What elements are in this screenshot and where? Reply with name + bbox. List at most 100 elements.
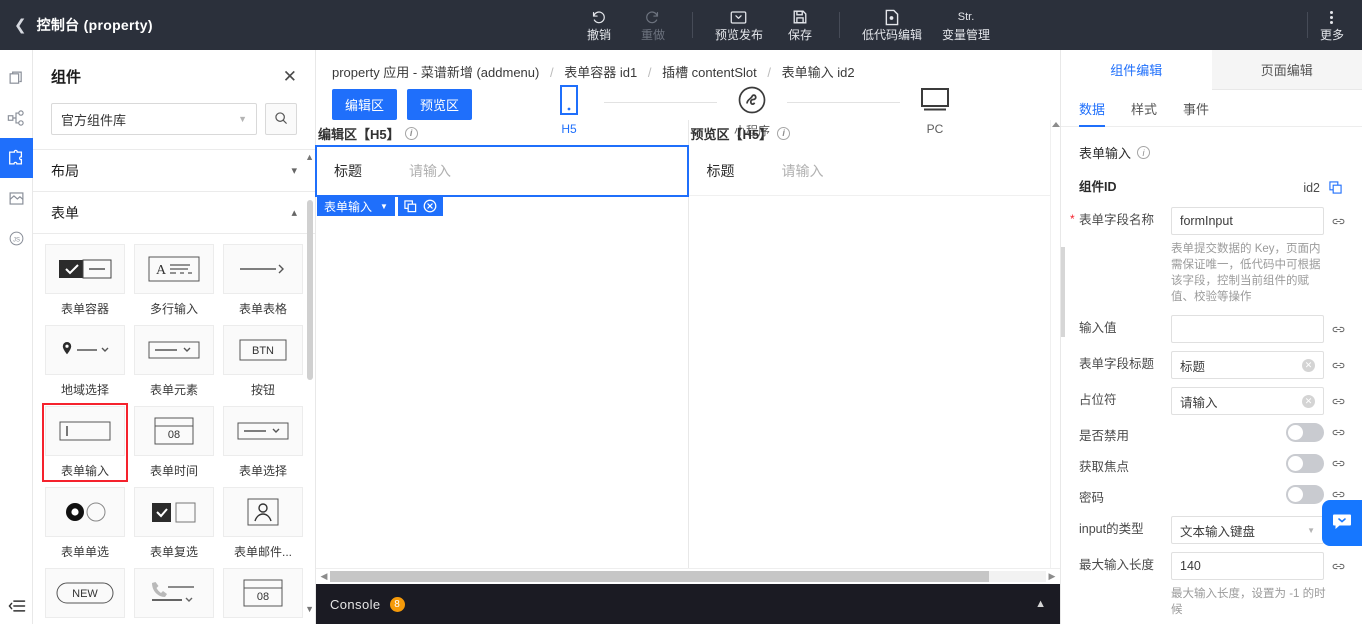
- rail-item-media[interactable]: [0, 178, 33, 218]
- hscroll-thumb[interactable]: [330, 571, 989, 582]
- preview-publish-button[interactable]: 预览发布: [705, 7, 773, 44]
- close-circle-icon[interactable]: [423, 199, 437, 213]
- field-title-input[interactable]: 标题 ✕: [1171, 351, 1324, 379]
- property-label: 获取焦点: [1079, 460, 1130, 474]
- variable-manage-button[interactable]: Str. 变量管理: [932, 7, 1000, 44]
- right-panel-body[interactable]: 表单输入 i 组件ID id2 * 表单字段名称 formInput 表单提交数…: [1061, 127, 1362, 624]
- tab-component-edit[interactable]: 组件编辑: [1061, 50, 1212, 90]
- placeholder-input[interactable]: 请输入 ✕: [1171, 387, 1324, 415]
- field-name-input[interactable]: formInput: [1171, 207, 1324, 235]
- scroll-left-arrow-icon[interactable]: ◀: [318, 571, 330, 582]
- close-icon[interactable]: ✕: [283, 68, 297, 85]
- component-form-input[interactable]: 表单输入: [42, 403, 128, 482]
- tab-page-edit[interactable]: 页面编辑: [1211, 50, 1362, 90]
- link-icon[interactable]: [1324, 560, 1352, 573]
- preview-pane-title: 预览区【H5】: [690, 126, 773, 142]
- component-form-select[interactable]: 表单选择: [223, 406, 303, 479]
- component-new[interactable]: NEW: [45, 568, 125, 624]
- subtab-data[interactable]: 数据: [1079, 90, 1106, 127]
- breadcrumb-item-app[interactable]: property 应用 - 菜谱新增 (addmenu): [332, 65, 539, 80]
- rail-collapse-button[interactable]: [0, 598, 33, 614]
- subtab-events[interactable]: 事件: [1183, 90, 1209, 127]
- maxlength-input[interactable]: 140: [1171, 552, 1324, 580]
- section-form-title: 表单: [51, 204, 79, 221]
- autofocus-toggle[interactable]: [1286, 454, 1324, 473]
- breadcrumb-item-container[interactable]: 表单容器 id1: [564, 65, 637, 80]
- component-form-table[interactable]: 表单表格: [223, 244, 303, 317]
- chevron-left-icon[interactable]: ❮: [14, 18, 27, 33]
- rail-item-pages[interactable]: [0, 58, 33, 98]
- search-button[interactable]: [265, 103, 297, 135]
- component-label: 表单表格: [238, 302, 287, 316]
- chevron-up-icon[interactable]: ▲: [1035, 598, 1046, 610]
- breadcrumb-item-current[interactable]: 表单输入 id2: [782, 65, 855, 80]
- component-form-checkbox[interactable]: 表单复选: [134, 487, 214, 560]
- scroll-down-arrow-icon[interactable]: ▼: [305, 604, 314, 614]
- input-type-select[interactable]: 文本输入键盘 ▼: [1171, 516, 1324, 544]
- link-icon[interactable]: [1324, 359, 1352, 372]
- component-form-container[interactable]: 表单容器: [45, 244, 125, 317]
- lowcode-edit-button[interactable]: 低代码编辑: [852, 7, 932, 44]
- stage-vertical-scrollbar[interactable]: [1050, 120, 1060, 568]
- link-icon[interactable]: [1324, 215, 1352, 228]
- rail-item-scripts[interactable]: JS: [0, 218, 33, 258]
- breadcrumb-item-slot[interactable]: 插槽 contentSlot: [662, 65, 757, 80]
- preview-area-button[interactable]: 预览区: [407, 89, 473, 120]
- rail-item-structure[interactable]: [0, 98, 33, 138]
- component-form-time[interactable]: 08 表单时间: [134, 406, 214, 479]
- component-form-element[interactable]: 表单元素: [134, 325, 214, 398]
- scroll-up-arrow-icon[interactable]: [1051, 122, 1060, 127]
- component-textarea[interactable]: A 多行输入: [134, 244, 214, 317]
- scroll-up-arrow-icon[interactable]: ▲: [305, 152, 314, 162]
- component-panel-scrollbar[interactable]: [307, 200, 313, 380]
- password-toggle[interactable]: [1286, 485, 1324, 504]
- more-button[interactable]: 更多: [1320, 9, 1344, 42]
- component-button[interactable]: BTN 按钮: [223, 325, 303, 398]
- undo-button[interactable]: 撤销: [572, 7, 626, 44]
- component-library-select[interactable]: 官方组件库 ▼: [51, 103, 257, 135]
- form-select-icon: [223, 406, 303, 456]
- preview-canvas[interactable]: 标题 请输入: [688, 146, 1060, 568]
- component-label: 表单容器: [60, 302, 109, 316]
- disabled-toggle[interactable]: [1286, 423, 1324, 442]
- horizontal-scrollbar[interactable]: ◀ ▶: [316, 568, 1060, 584]
- copy-icon[interactable]: [1329, 181, 1342, 194]
- clear-icon[interactable]: ✕: [1302, 358, 1315, 372]
- save-button[interactable]: 保存: [773, 7, 827, 44]
- component-form-mail[interactable]: 表单邮件...: [223, 487, 303, 560]
- component-phone[interactable]: [134, 568, 214, 624]
- console-bar[interactable]: Console 8 ▲: [316, 584, 1060, 624]
- right-panel-scrollbar[interactable]: [1061, 247, 1065, 337]
- svg-text:JS: JS: [13, 237, 20, 243]
- redo-button[interactable]: 重做: [626, 7, 680, 44]
- edit-form-input-row[interactable]: 标题 请输入: [315, 145, 689, 197]
- info-icon[interactable]: i: [1137, 146, 1151, 159]
- link-icon[interactable]: [1324, 426, 1352, 439]
- component-region-picker[interactable]: 地域选择: [45, 325, 125, 398]
- section-form[interactable]: 表单 ▴: [33, 192, 315, 234]
- component-list-scroll[interactable]: ▲ 布局 ▾ 表单 ▴ 表单容器 A 多行输入 表单表格 地域选择 表单元素 B…: [33, 149, 315, 624]
- variable-icon: Str.: [957, 11, 975, 23]
- hscroll-track[interactable]: [330, 571, 1046, 582]
- link-icon[interactable]: [1324, 457, 1352, 470]
- edit-area-button[interactable]: 编辑区: [332, 89, 398, 120]
- info-icon[interactable]: i: [404, 126, 418, 140]
- component-form-radio[interactable]: 表单单选: [45, 487, 125, 560]
- form-container-icon: [45, 244, 125, 294]
- edit-canvas[interactable]: 标题 请输入 表单输入 ▼: [315, 145, 689, 568]
- chat-fab-button[interactable]: [1322, 500, 1362, 546]
- link-icon[interactable]: [1324, 323, 1352, 336]
- rail-item-components[interactable]: [0, 138, 33, 178]
- copy-icon[interactable]: [404, 199, 417, 213]
- info-icon[interactable]: i: [777, 126, 791, 140]
- selection-component-button[interactable]: 表单输入 ▼: [317, 196, 395, 216]
- component-form-time-2[interactable]: 08: [223, 568, 303, 624]
- clear-icon[interactable]: ✕: [1302, 394, 1315, 408]
- input-value-input[interactable]: [1171, 315, 1324, 343]
- subtab-style[interactable]: 样式: [1131, 90, 1157, 127]
- section-layout[interactable]: 布局 ▾: [33, 150, 315, 192]
- link-icon[interactable]: [1324, 395, 1352, 408]
- scroll-right-arrow-icon[interactable]: ▶: [1046, 571, 1058, 582]
- property-field: formInput: [1171, 207, 1352, 235]
- save-label: 保存: [787, 27, 812, 42]
